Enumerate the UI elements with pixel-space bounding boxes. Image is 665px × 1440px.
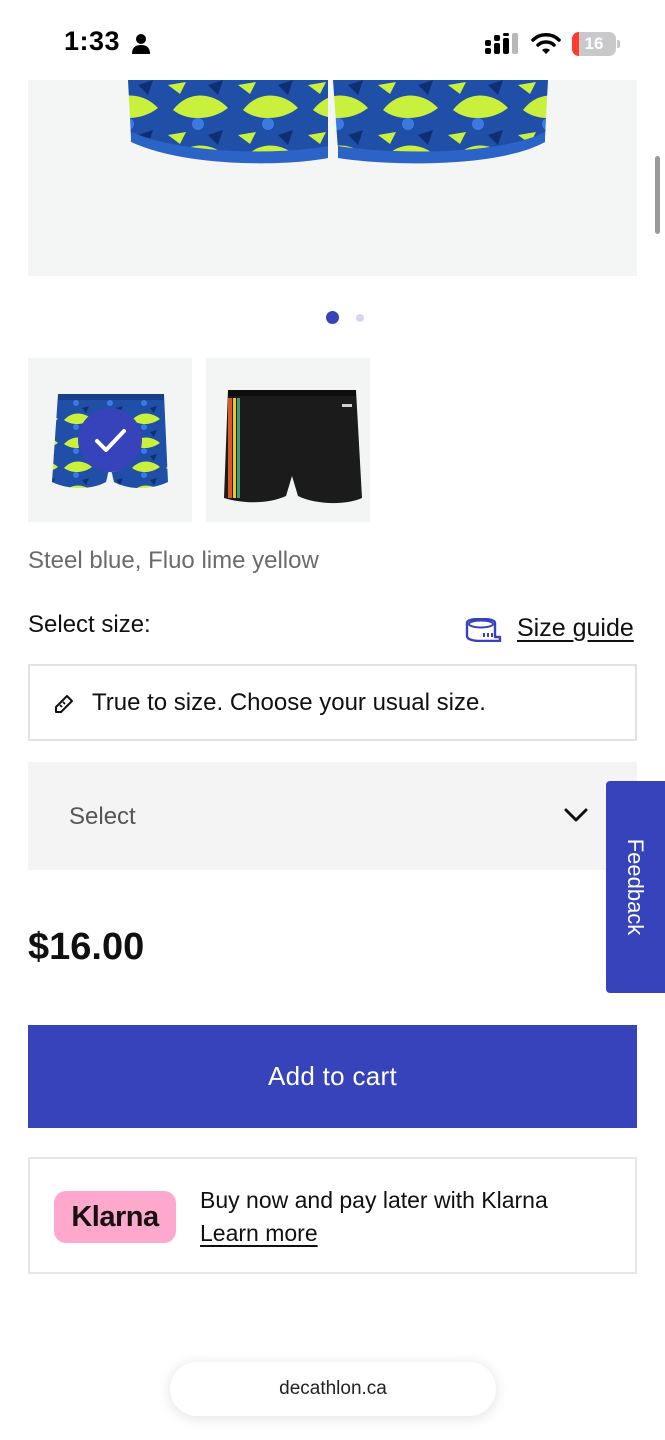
variant-thumbnail-black[interactable] <box>206 358 370 522</box>
signal-icon <box>485 33 518 54</box>
feedback-tab[interactable]: Feedback <box>606 781 665 993</box>
fit-note-text: True to size. Choose your usual size. <box>92 689 486 716</box>
klarna-learn-more-link[interactable]: Learn more <box>200 1220 318 1247</box>
wifi-icon <box>531 33 561 54</box>
klarna-promo-text: Buy now and pay later with Klarna <box>200 1187 548 1213</box>
fit-note: True to size. Choose your usual size. <box>28 664 637 741</box>
status-time: 1:33 <box>64 26 121 56</box>
selected-color-name: Steel blue, Fluo lime yellow <box>28 547 319 574</box>
carousel-indicator <box>0 311 665 325</box>
selected-check-icon <box>78 408 142 472</box>
measuring-tape-icon[interactable] <box>464 618 502 642</box>
klarna-promo: Klarna Buy now and pay later with Klarna… <box>28 1157 637 1274</box>
person-icon <box>132 34 150 54</box>
select-size-label: Select size: <box>28 611 151 638</box>
variant-thumbnail-shark-print[interactable] <box>28 358 192 522</box>
status-bar: 1:33 16 <box>0 0 665 80</box>
size-guide-link[interactable]: Size guide <box>517 614 634 643</box>
feedback-label: Feedback <box>623 838 648 936</box>
add-to-cart-button[interactable]: Add to cart <box>28 1025 637 1128</box>
battery-icon: 16 <box>572 32 620 56</box>
page-scrollbar[interactable] <box>655 156 660 234</box>
size-dropdown-value: Select <box>69 803 136 830</box>
swim-shorts-shark-print-image <box>128 80 548 164</box>
size-dropdown[interactable]: Select <box>28 762 637 870</box>
carousel-dot-active[interactable] <box>326 311 339 324</box>
battery-percentage: 16 <box>584 34 604 53</box>
ruler-pencil-icon <box>55 695 73 713</box>
chevron-down-icon <box>564 808 588 822</box>
carousel-dot[interactable] <box>356 314 364 322</box>
klarna-logo: Klarna <box>54 1191 176 1243</box>
swim-shorts-black-icon <box>224 390 362 504</box>
product-main-image[interactable] <box>28 80 637 276</box>
browser-url-bar[interactable]: decathlon.ca <box>170 1362 496 1416</box>
product-price: $16.00 <box>28 926 145 968</box>
